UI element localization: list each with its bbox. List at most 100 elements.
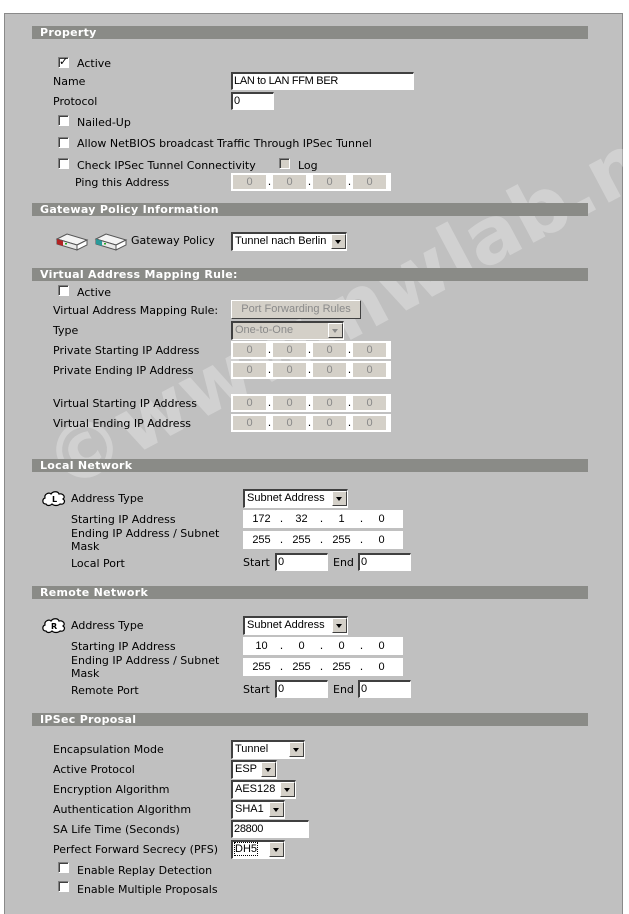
nailed-up-checkbox[interactable] xyxy=(58,115,69,126)
virtual-end-ip-input[interactable]: 0. 0. 0. 0 xyxy=(231,414,391,432)
ip-octet[interactable]: 0 xyxy=(325,639,358,653)
multiple-proposals-label: Enable Multiple Proposals xyxy=(77,883,218,896)
remote-end-ip-label: Ending IP Address / Subnet xyxy=(71,654,220,667)
ip-octet[interactable]: 0 xyxy=(353,175,386,189)
ip-octet[interactable]: 0 xyxy=(353,363,386,377)
ip-octet[interactable]: 0 xyxy=(273,175,306,189)
ip-octet[interactable]: 255 xyxy=(285,533,318,547)
gateway-policy-label: Gateway Policy xyxy=(131,234,215,247)
ip-octet[interactable]: 0 xyxy=(233,416,266,430)
vam-active-checkbox[interactable] xyxy=(58,285,69,296)
ip-octet[interactable]: 0 xyxy=(273,343,306,357)
local-end-port-input[interactable]: 0 xyxy=(358,553,411,571)
active-checkbox[interactable]: ✓ xyxy=(58,55,69,68)
ip-octet[interactable]: 0 xyxy=(365,639,398,653)
local-start-ip-input[interactable]: 172. 32. 1. 0 xyxy=(243,510,403,528)
check-connectivity-label: Check IPSec Tunnel Connectivity xyxy=(77,159,256,172)
ip-octet[interactable]: 0 xyxy=(313,175,346,189)
active-protocol-label: Active Protocol xyxy=(53,763,135,776)
ip-octet[interactable]: 0 xyxy=(313,343,346,357)
replay-detection-checkbox[interactable] xyxy=(58,862,69,873)
ping-address-input[interactable]: 0. 0. 0. 0 xyxy=(231,173,391,191)
ip-octet[interactable]: 0 xyxy=(365,660,398,674)
port-forwarding-rules-button[interactable]: Port Forwarding Rules xyxy=(231,300,361,319)
sa-lifetime-input[interactable]: 28800 xyxy=(231,820,309,838)
nailed-up-label: Nailed-Up xyxy=(77,116,131,129)
log-checkbox[interactable] xyxy=(279,158,290,169)
encryption-algorithm-value: AES128 xyxy=(235,783,276,795)
netbios-checkbox[interactable] xyxy=(58,137,69,148)
ip-octet[interactable]: 0 xyxy=(233,363,266,377)
checkmark-icon: ✓ xyxy=(59,55,69,68)
svg-text:L: L xyxy=(52,495,57,504)
remote-start-ip-input[interactable]: 10. 0. 0. 0 xyxy=(243,637,403,655)
ip-octet[interactable]: 0 xyxy=(365,533,398,547)
name-label: Name xyxy=(53,75,86,88)
remote-end-ip-input[interactable]: 255. 255. 255. 0 xyxy=(243,658,403,676)
ip-octet[interactable]: 0 xyxy=(353,416,386,430)
ip-octet[interactable]: 0 xyxy=(273,363,306,377)
ip-octet[interactable]: 1 xyxy=(325,512,358,526)
chevron-down-icon[interactable] xyxy=(331,234,346,249)
ip-octet[interactable]: 32 xyxy=(285,512,318,526)
local-address-type-select[interactable]: Subnet Address xyxy=(243,489,348,508)
encryption-algorithm-select[interactable]: AES128 xyxy=(231,780,296,799)
multiple-proposals-checkbox[interactable] xyxy=(58,881,69,892)
section-header-local-network: Local Network xyxy=(32,459,588,472)
ip-octet[interactable]: 0 xyxy=(313,363,346,377)
ip-octet[interactable]: 255 xyxy=(245,660,278,674)
ip-octet[interactable]: 0 xyxy=(233,175,266,189)
private-start-ip-label: Private Starting IP Address xyxy=(53,344,200,357)
encapsulation-mode-label: Encapsulation Mode xyxy=(53,743,164,756)
remote-cloud-icon: R xyxy=(42,618,66,634)
ip-octet[interactable]: 0 xyxy=(233,396,266,410)
virtual-start-ip-label: Virtual Starting IP Address xyxy=(53,397,197,410)
authentication-algorithm-select[interactable]: SHA1 xyxy=(231,800,285,819)
ip-octet[interactable]: 0 xyxy=(365,512,398,526)
ip-octet[interactable]: 255 xyxy=(325,660,358,674)
chevron-down-icon[interactable] xyxy=(332,618,347,633)
remote-start-port-input[interactable]: 0 xyxy=(275,680,328,698)
ping-address-label: Ping this Address xyxy=(75,176,170,189)
ip-octet[interactable]: 0 xyxy=(233,343,266,357)
ip-octet[interactable]: 0 xyxy=(285,639,318,653)
ip-octet[interactable]: 255 xyxy=(245,533,278,547)
encapsulation-mode-select[interactable]: Tunnel xyxy=(231,740,305,759)
protocol-input[interactable]: 0 xyxy=(231,92,274,110)
private-end-ip-input[interactable]: 0. 0. 0. 0 xyxy=(231,361,391,379)
active-label: Active xyxy=(77,57,112,70)
remote-end-port-input[interactable]: 0 xyxy=(358,680,411,698)
gateway-local-router-icon xyxy=(55,233,89,251)
ip-octet[interactable]: 172 xyxy=(245,512,278,526)
ip-octet[interactable]: 0 xyxy=(313,416,346,430)
ip-octet[interactable]: 255 xyxy=(325,533,358,547)
chevron-down-icon[interactable] xyxy=(289,742,304,757)
pfs-label: Perfect Forward Secrecy (PFS) xyxy=(53,843,218,856)
chevron-down-icon[interactable] xyxy=(280,782,295,797)
private-start-ip-input[interactable]: 0. 0. 0. 0 xyxy=(231,341,391,359)
name-input[interactable]: LAN to LAN FFM BER xyxy=(231,72,414,90)
local-start-port-input[interactable]: 0 xyxy=(275,553,328,571)
remote-address-type-select[interactable]: Subnet Address xyxy=(243,616,348,635)
local-end-ip-input[interactable]: 255. 255. 255. 0 xyxy=(243,531,403,549)
ip-octet[interactable]: 0 xyxy=(353,396,386,410)
pfs-select[interactable]: DH5 xyxy=(231,840,285,859)
pfs-value: DH5 xyxy=(233,842,259,856)
ip-octet[interactable]: 10 xyxy=(245,639,278,653)
ip-octet[interactable]: 0 xyxy=(273,416,306,430)
chevron-down-icon[interactable] xyxy=(332,491,347,506)
gateway-policy-select[interactable]: Tunnel nach Berlin xyxy=(231,232,347,251)
ip-octet[interactable]: 0 xyxy=(353,343,386,357)
encapsulation-mode-value: Tunnel xyxy=(235,743,269,755)
vam-type-select[interactable]: One-to-One xyxy=(231,321,344,340)
check-connectivity-checkbox[interactable] xyxy=(58,158,69,169)
ip-octet[interactable]: 0 xyxy=(273,396,306,410)
chevron-down-icon[interactable] xyxy=(328,323,343,338)
ip-octet[interactable]: 0 xyxy=(313,396,346,410)
virtual-start-ip-input[interactable]: 0. 0. 0. 0 xyxy=(231,394,391,412)
active-protocol-select[interactable]: ESP xyxy=(231,760,277,779)
chevron-down-icon[interactable] xyxy=(269,842,284,857)
ip-octet[interactable]: 255 xyxy=(285,660,318,674)
chevron-down-icon[interactable] xyxy=(261,762,276,777)
chevron-down-icon[interactable] xyxy=(269,802,284,817)
